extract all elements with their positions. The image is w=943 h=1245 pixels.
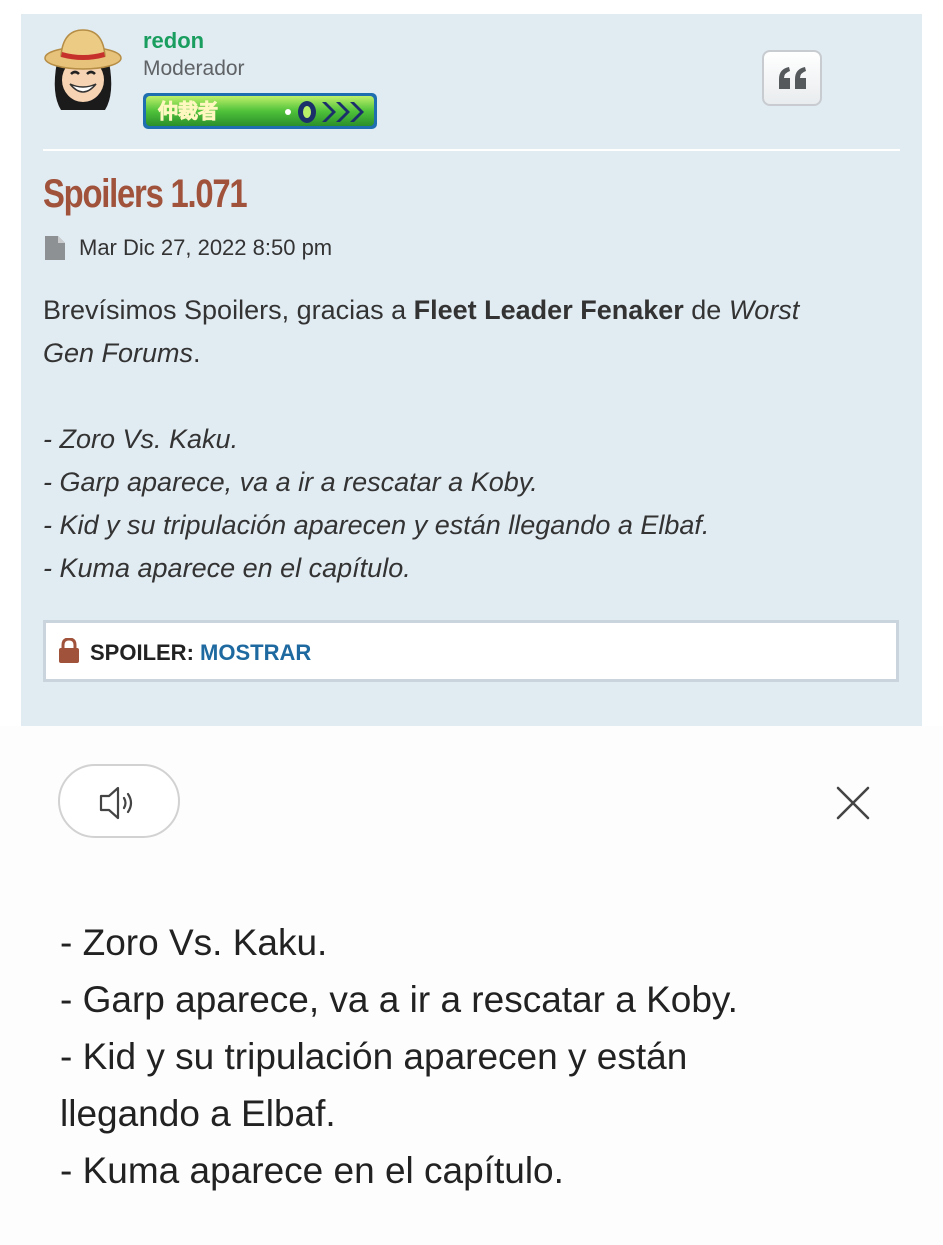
reader-line: - Garp aparece, va a ir a rescatar a Kob… <box>60 979 738 1020</box>
reader-text: - Zoro Vs. Kaku. - Garp aparece, va a ir… <box>60 914 880 1199</box>
quote-button[interactable] <box>762 50 822 106</box>
list-item: - Kuma aparece en el capítulo. <box>43 553 411 583</box>
reader-line: - Kid y su tripulación aparecen y están <box>60 1036 688 1077</box>
document-icon <box>45 236 65 260</box>
text-reader-panel: - Zoro Vs. Kaku. - Garp aparece, va a ir… <box>0 726 943 1245</box>
list-item: - Kid y su tripulación aparecen y están … <box>43 510 710 540</box>
credit-name: Fleet Leader Fenaker <box>413 295 684 325</box>
intro-line-1: Brevísimos Spoilers, gracias a Fleet Lea… <box>43 295 800 325</box>
list-item: - Garp aparece, va a ir a rescatar a Kob… <box>43 467 538 497</box>
badge-text: 仲裁者 <box>158 99 218 123</box>
header-divider <box>43 149 900 151</box>
close-button[interactable] <box>834 784 872 822</box>
reader-line: - Zoro Vs. Kaku. <box>60 922 328 963</box>
quote-icon <box>779 67 806 89</box>
speak-button[interactable] <box>58 764 180 838</box>
spoiler-box[interactable]: SPOILER: MOSTRAR <box>43 620 899 682</box>
reader-line: - Kuma aparece en el capítulo. <box>60 1150 564 1191</box>
post-title[interactable]: Spoilers 1.071 <box>43 170 248 218</box>
avatar[interactable] <box>43 24 123 116</box>
author-name[interactable]: redon <box>143 28 204 54</box>
author-rank: Moderador <box>143 57 245 80</box>
list-item: - Zoro Vs. Kaku. <box>43 424 239 454</box>
spoiler-show-button[interactable]: MOSTRAR <box>200 640 311 665</box>
post-date: Mar Dic 27, 2022 8:50 pm <box>79 235 333 260</box>
reader-line: llegando a Elbaf. <box>60 1093 336 1134</box>
close-icon <box>836 786 870 820</box>
post-body: Brevísimos Spoilers, gracias a Fleet Lea… <box>43 289 903 590</box>
rank-badge: 仲裁者 <box>142 92 378 130</box>
intro-line-2: Gen Forums. <box>43 338 201 368</box>
speaker-icon <box>99 786 133 820</box>
spoiler-label: SPOILER: MOSTRAR <box>90 640 312 665</box>
forum-post: redon Moderador 仲裁者 Spoilers 1.071 Mar D… <box>21 14 922 726</box>
lock-icon <box>58 637 80 664</box>
